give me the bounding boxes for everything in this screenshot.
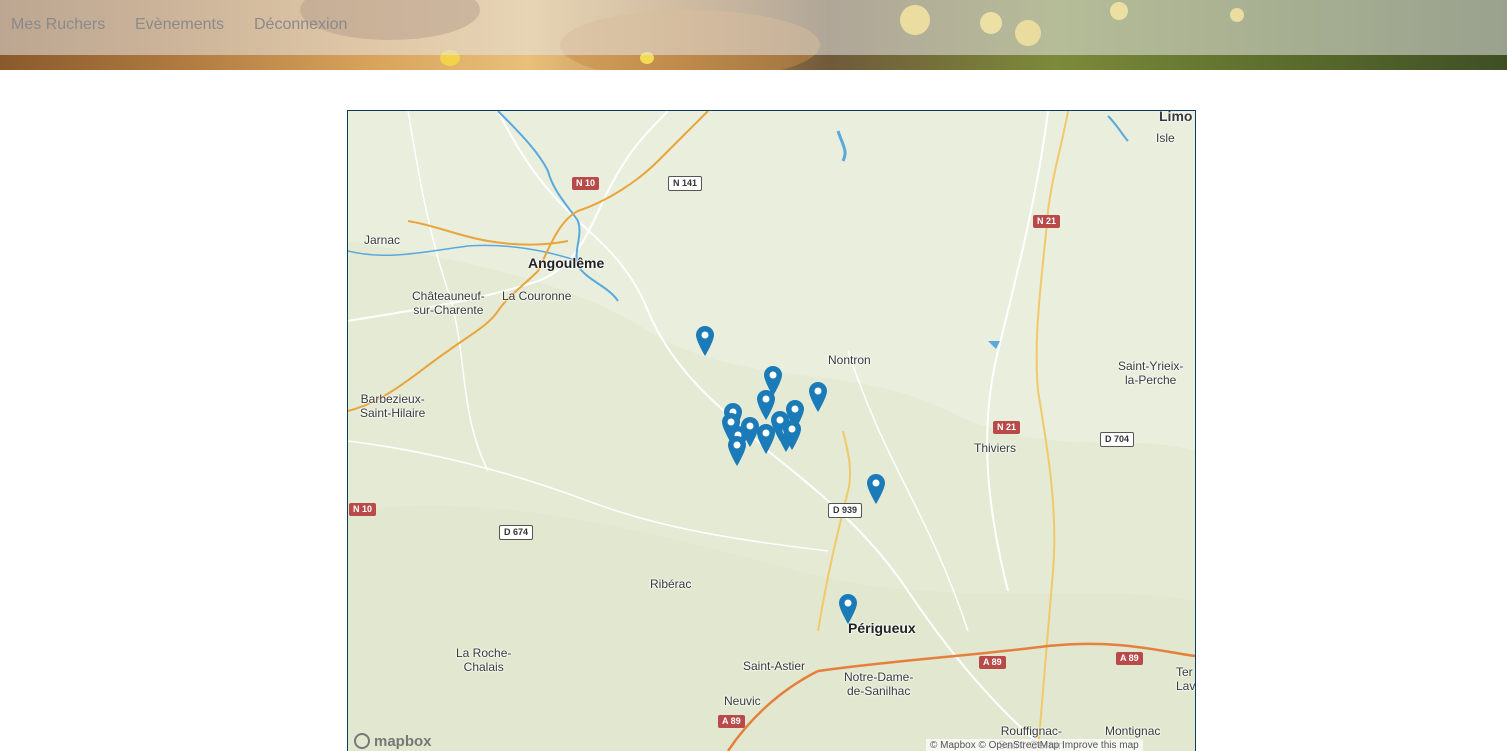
mapbox-logo[interactable]: mapbox: [354, 731, 432, 751]
nav-link-deconnexion[interactable]: Déconnexion: [254, 16, 347, 34]
road-shield: A 89: [979, 656, 1006, 669]
place-label: Saint-Astier: [743, 659, 806, 673]
place-label: Barbezieux- Saint-Hilaire: [360, 392, 426, 420]
place-label: Isle: [1156, 131, 1175, 145]
place-label: Jarnac: [364, 233, 401, 247]
apiary-marker-pin-icon[interactable]: [696, 326, 714, 356]
road-shield: D 674: [499, 525, 534, 540]
nav-link-mes-ruchers[interactable]: Mes Ruchers: [11, 16, 105, 34]
place-label: Nontron: [828, 353, 871, 367]
place-label: Saint-Yrieix- la-Perche: [1118, 359, 1184, 387]
apiary-map[interactable]: Limo Isle Jarnac Angoulême Châteauneuf- …: [347, 110, 1196, 751]
place-label: Châteauneuf- sur-Charente: [412, 289, 485, 317]
road-shield: N 21: [993, 421, 1021, 434]
place-label: Périgueux: [848, 620, 916, 636]
apiary-marker-pin-icon[interactable]: [867, 474, 885, 504]
header-banner: Mes Ruchers Evènements Déconnexion: [0, 0, 1507, 70]
place-label: Ter Lav: [1176, 665, 1196, 693]
place-label: Ribérac: [650, 577, 692, 591]
apiary-marker-pin-icon[interactable]: [783, 420, 801, 450]
place-label: Angoulême: [528, 255, 605, 271]
apiary-marker-pin-icon[interactable]: [757, 424, 775, 454]
apiary-marker-pin-icon[interactable]: [809, 382, 827, 412]
place-label: Notre-Dame- de-Sanilhac: [844, 670, 914, 698]
road-shield: A 89: [718, 715, 745, 728]
place-label: Thiviers: [974, 441, 1017, 455]
road-shield: N 10: [349, 503, 377, 516]
apiary-marker-pin-icon[interactable]: [728, 436, 746, 466]
road-shield: A 89: [1116, 652, 1143, 665]
road-shield: N 10: [572, 177, 600, 190]
place-label: La Couronne: [502, 289, 572, 303]
nav-link-evenements[interactable]: Evènements: [135, 16, 224, 34]
place-label: La Roche- Chalais: [456, 646, 512, 674]
place-label: Neuvic: [724, 694, 761, 708]
top-navigation-bar: Mes Ruchers Evènements Déconnexion: [0, 0, 1507, 55]
road-shield: N 141: [668, 176, 703, 191]
place-label: Limo: [1159, 110, 1193, 124]
mapbox-logo-text: mapbox: [374, 732, 432, 750]
apiary-marker-pin-icon[interactable]: [839, 594, 857, 624]
road-shield: D 704: [1100, 432, 1135, 447]
place-label: Montignac: [1105, 724, 1161, 738]
map-attribution[interactable]: © Mapbox © OpenStreetMap Improve this ma…: [926, 739, 1143, 751]
road-shield: N 21: [1033, 215, 1061, 228]
road-shield: D 939: [828, 503, 863, 518]
mapbox-logo-icon: [354, 733, 370, 749]
